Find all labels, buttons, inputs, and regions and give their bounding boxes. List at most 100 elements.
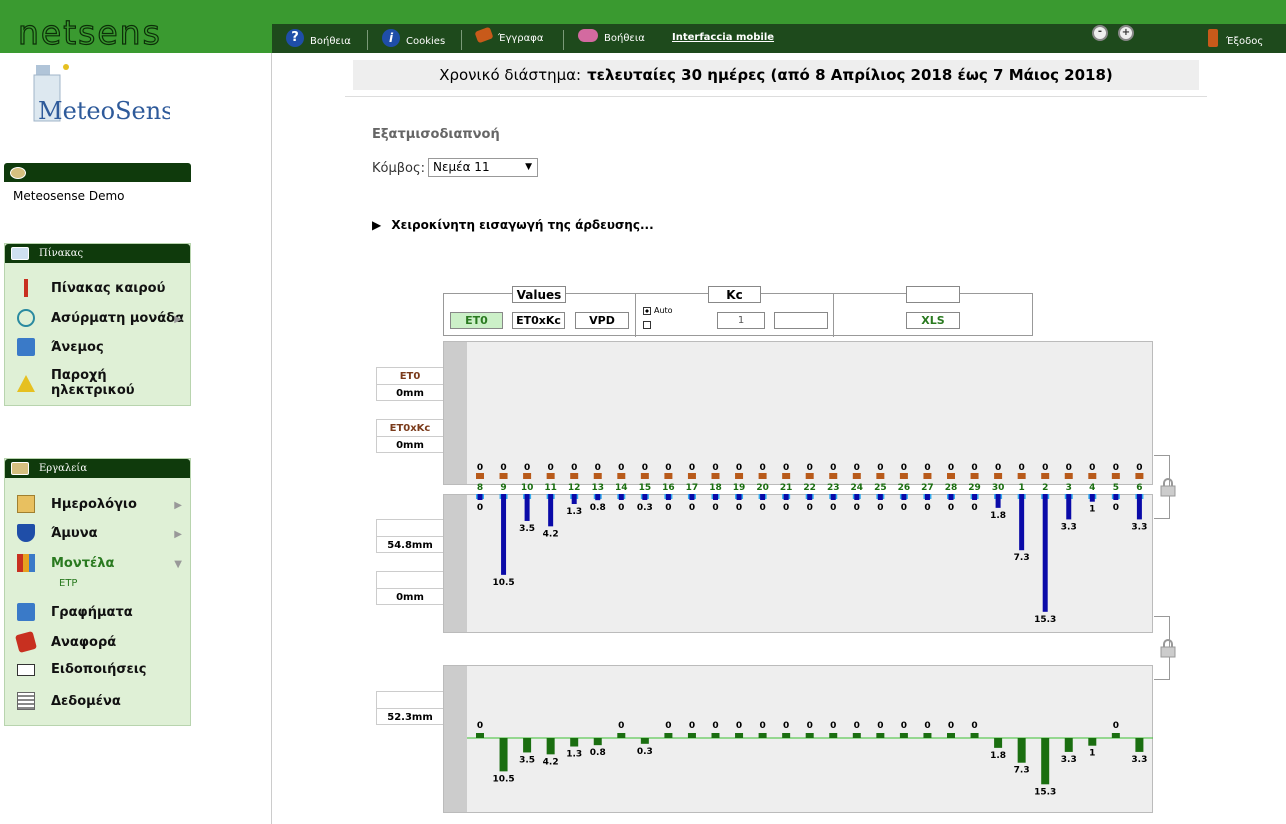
sidebar-item-charts[interactable]: Γραφήματα: [17, 603, 133, 621]
balance-data-label: 0: [759, 721, 765, 731]
balance-bar: [758, 733, 767, 738]
balance-bar: [1135, 738, 1144, 752]
rain-bar: [760, 494, 766, 500]
help-icon: ?: [286, 29, 304, 47]
account-panel: [4, 163, 191, 183]
x-tick-label: 6: [1136, 483, 1142, 493]
rain-data-label: 0: [807, 503, 813, 513]
balance-data-label: 1.8: [990, 751, 1006, 761]
et0-bar: [947, 473, 955, 479]
et0-bar: [876, 473, 885, 479]
submenu-etp[interactable]: ETP: [59, 578, 77, 589]
et0-bar: [1064, 473, 1073, 479]
sidebar-item-label: Ειδοποιήσεις: [51, 662, 147, 677]
wireless-icon: [17, 309, 35, 327]
toolbar-separator: [461, 30, 462, 50]
et0-data-label: 0: [901, 463, 907, 473]
rain-data-label: 3.5: [519, 524, 535, 534]
book-icon: [474, 26, 494, 44]
sidebar-item-wireless-unit[interactable]: Ασύρματη μονάδα: [17, 309, 184, 327]
balance-bar: [593, 738, 602, 746]
et0-bar: [711, 473, 720, 479]
sidebar-item-label: Άνεμος: [51, 339, 104, 355]
sidebar-item-weather-board[interactable]: Πίνακας καιρού: [17, 279, 165, 297]
et0-bar: [1135, 473, 1144, 479]
et0-bar: [1017, 473, 1026, 479]
chevron-right-icon: ▶: [174, 500, 182, 511]
sidebar-item-label: Αναφορά: [51, 634, 117, 650]
sidebar-item-notifications[interactable]: Ειδοποιήσεις: [17, 662, 146, 677]
balance-bar: [735, 733, 744, 738]
rain-bar: [830, 494, 836, 500]
main-content: Χρονικό διάστημα: τελευταίες 30 ημέρες (…: [272, 53, 1286, 824]
toolbar-help-button[interactable]: ? Βοήθεια: [286, 29, 351, 50]
x-tick-label: 12: [568, 483, 581, 493]
balance-data-label: 0: [712, 721, 718, 731]
balance-data-label: 0: [807, 721, 813, 731]
account-panel-header: [4, 163, 191, 182]
sidebar-item-defense[interactable]: Άμυνα: [17, 524, 98, 542]
lock-icon[interactable]: [1160, 477, 1176, 497]
lock-icon[interactable]: [1160, 638, 1176, 658]
balance-data-label: 0: [971, 721, 977, 731]
balance-bar: [711, 733, 720, 738]
logout-button[interactable]: Έξοδος: [1208, 29, 1264, 50]
toolbar-documents-button[interactable]: Έγγραφα: [474, 26, 544, 44]
meteosense-logo-text: MeteoSense: [38, 97, 170, 125]
et0-bar: [1111, 473, 1120, 479]
zoom-out-button[interactable]: -: [1092, 25, 1114, 44]
x-tick-label: 22: [803, 483, 816, 493]
balance-bar: [1017, 738, 1026, 763]
toolbar-documents-label: Έγγραφα: [498, 32, 544, 44]
et0-bar: [593, 473, 602, 479]
toolbar-help-label: Βοήθεια: [310, 35, 351, 47]
balance-data-label: 0: [901, 721, 907, 731]
sidebar: MeteoSense Meteosense Demo Πίνακας Πίνακ…: [0, 53, 272, 824]
rain-data-label: 0.3: [637, 503, 653, 513]
x-tick-label: 13: [591, 483, 604, 493]
meteosense-logo: MeteoSense: [33, 64, 170, 125]
balance-data-label: 0: [1113, 721, 1119, 731]
toolbar-support-button[interactable]: Βοήθεια: [578, 29, 645, 45]
toolbar-cookies-button[interactable]: i Cookies: [382, 29, 445, 50]
sidebar-item-label: Ασύρματη μονάδα: [51, 310, 184, 326]
models-icon: [17, 554, 35, 572]
sidebar-item-data[interactable]: Δεδομένα: [17, 692, 121, 710]
logout-label: Έξοδος: [1226, 35, 1264, 47]
rain-data-label: 0: [948, 503, 954, 513]
rain-data-label: 0: [1113, 503, 1119, 513]
balance-data-label: 4.2: [543, 757, 559, 767]
sidebar-item-wind[interactable]: Άνεμος: [17, 338, 104, 356]
balance-data-label: 0: [665, 721, 671, 731]
balance-bar: [523, 738, 532, 753]
x-tick-label: 26: [898, 483, 911, 493]
rain-data-label: 0: [901, 503, 907, 513]
rain-data-label: 0.8: [590, 503, 606, 513]
rain-bar: [548, 494, 554, 527]
rain-bar: [689, 494, 695, 500]
balance-bar: [805, 733, 814, 738]
et0-bar: [735, 473, 744, 479]
balance-bar: [1088, 738, 1097, 746]
x-tick-label: 8: [477, 483, 483, 493]
board-panel: Πίνακας Πίνακας καιρού Ασύρματη μονάδα ▶…: [4, 243, 191, 406]
sidebar-item-models[interactable]: Μοντέλα: [17, 554, 114, 572]
rain-data-label: 0: [689, 503, 695, 513]
sidebar-item-report[interactable]: Αναφορά: [14, 630, 117, 654]
rain-data-label: 1: [1089, 505, 1095, 515]
balance-bar: [899, 733, 908, 738]
rain-data-label: 0: [618, 503, 624, 513]
sidebar-item-calendar[interactable]: Ημερολόγιο: [17, 495, 137, 513]
warning-icon: [17, 374, 35, 392]
balance-bar: [970, 733, 979, 738]
et0-data-label: 0: [924, 463, 930, 473]
zoom-in-button[interactable]: +: [1118, 25, 1140, 44]
x-tick-label: 20: [756, 483, 769, 493]
rain-bar: [665, 494, 671, 500]
rain-data-label: 0: [854, 503, 860, 513]
et0-bar: [782, 473, 791, 479]
mobile-interface-link[interactable]: Interfaccia mobile: [672, 32, 774, 43]
sidebar-item-power-supply[interactable]: Παροχή ηλεκτρικού: [17, 368, 190, 398]
et0-data-label: 0: [736, 463, 742, 473]
rain-bar: [736, 494, 742, 500]
